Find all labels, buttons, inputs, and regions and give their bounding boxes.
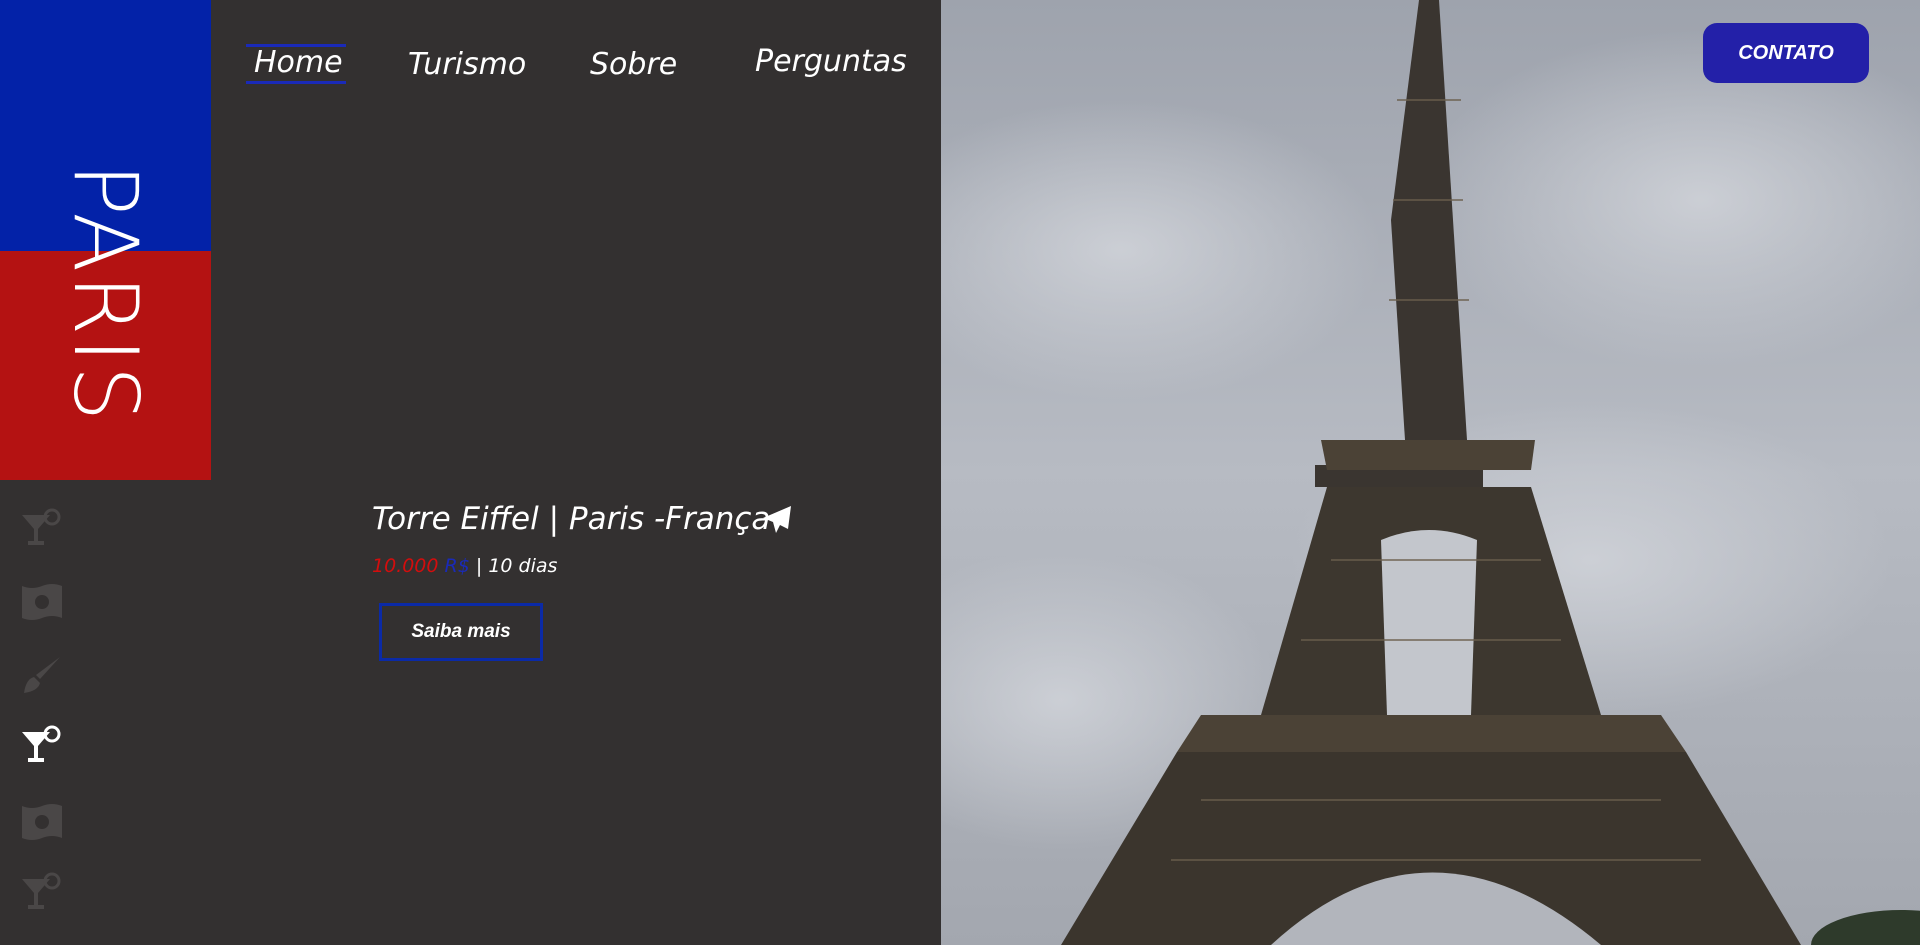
money-icon[interactable]	[20, 800, 64, 844]
cocktail-icon[interactable]	[20, 507, 64, 551]
saiba-mais-button[interactable]: Saiba mais	[379, 603, 543, 661]
money-icon[interactable]	[20, 580, 64, 624]
nav-item-sobre[interactable]: Sobre	[590, 50, 677, 80]
nav-item-turismo[interactable]: Turismo	[408, 50, 526, 80]
nav-active-indicator-bottom	[246, 81, 346, 84]
contact-button[interactable]: CONTATO	[1703, 23, 1869, 83]
price-line: 10.000 R$ | 10 dias	[372, 557, 557, 576]
destination-title: Torre Eiffel | Paris -França	[372, 501, 771, 537]
hero-photo	[941, 0, 1920, 945]
price-separator: |	[475, 555, 483, 577]
brand-title: PARIS	[54, 162, 157, 424]
eiffel-tower-image	[941, 0, 1920, 945]
nav-item-home[interactable]: Home	[254, 48, 343, 78]
paper-plane-icon[interactable]	[762, 505, 792, 535]
cocktail-icon[interactable]	[20, 871, 64, 915]
price-currency: R$	[444, 555, 470, 577]
cocktail-icon[interactable]	[20, 724, 64, 768]
trip-duration: 10 dias	[488, 555, 558, 577]
price-amount: 10.000	[372, 555, 439, 577]
brush-icon[interactable]	[20, 653, 64, 697]
nav-item-perguntas[interactable]: Perguntas	[755, 47, 907, 77]
